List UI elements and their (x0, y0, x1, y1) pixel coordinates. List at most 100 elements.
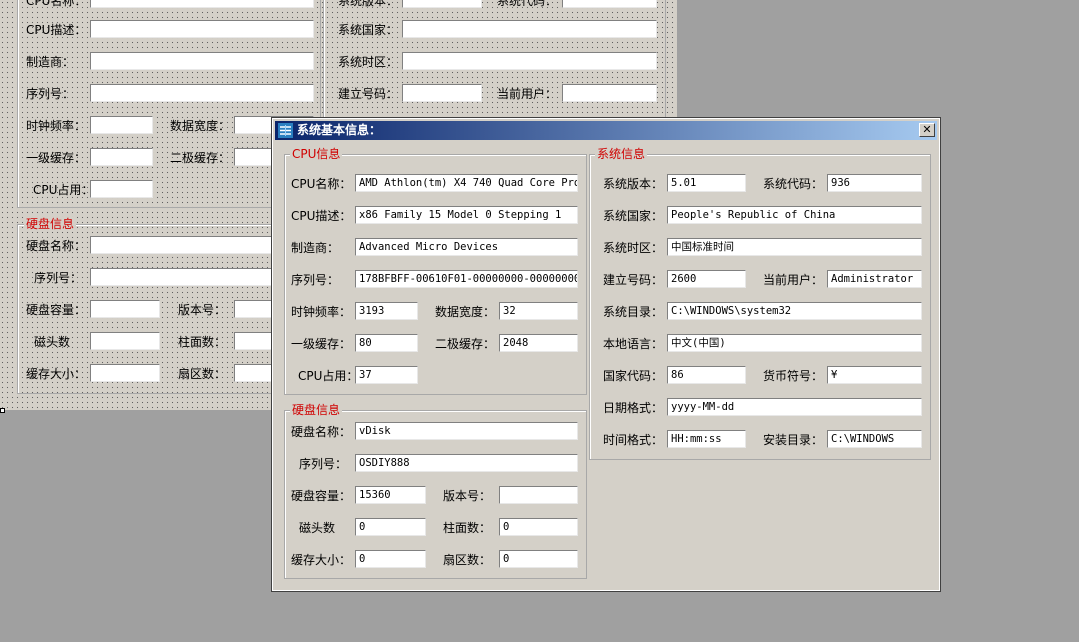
sys-version-field[interactable]: 5.01 (667, 174, 746, 192)
cpu-name-label: CPU名称： (291, 177, 352, 191)
sys-user-label: 当前用户： (763, 273, 824, 287)
designer-cpu-name-field[interactable] (90, 0, 314, 8)
install-dir-label: 安装目录： (763, 433, 824, 447)
date-format-field[interactable]: yyyy-MM-dd (667, 398, 922, 416)
disk-cache-label: 缓存大小： (291, 553, 352, 567)
disk-serial-field[interactable]: OSDIY888 (355, 454, 578, 472)
maker-field[interactable]: Advanced Micro Devices (355, 238, 578, 256)
designer-sys-country-label: 系统国家： (338, 23, 399, 37)
close-icon: ✕ (922, 123, 932, 136)
disk-version-field[interactable] (499, 486, 578, 504)
designer-disk-cache-field[interactable] (90, 364, 160, 382)
sys-user-field[interactable]: Administrator (827, 270, 922, 288)
designer-sys-build-label: 建立号码： (338, 87, 399, 101)
disk-capacity-label: 硬盘容量： (291, 489, 352, 503)
designer-serial-label: 序列号： (26, 87, 75, 101)
designer-disk-sectors-label: 扇区数： (178, 367, 227, 381)
cpu-serial-label: 序列号： (291, 273, 340, 287)
clock-field[interactable]: 3193 (355, 302, 418, 320)
disk-heads-label: 磁头数 (299, 521, 336, 535)
l2-cache-label: 二极缓存： (435, 337, 496, 351)
designer-sys-timezone-field[interactable] (402, 52, 657, 70)
designer-usage-field[interactable] (90, 180, 153, 198)
sys-build-label: 建立号码： (603, 273, 664, 287)
designer-cpu-desc-label: CPU描述： (26, 23, 87, 37)
l1-cache-label: 一级缓存： (291, 337, 352, 351)
designer-disk-group-title: 硬盘信息 (24, 217, 77, 231)
dialog-titlebar[interactable]: 系统基本信息： ✕ (275, 121, 937, 140)
designer-disk-capacity-label: 硬盘容量： (26, 303, 87, 317)
designer-l2-label: 二极缓存： (170, 151, 231, 165)
sys-timezone-label: 系统时区： (603, 241, 664, 255)
sys-country-field[interactable]: People's Republic of China (667, 206, 922, 224)
disk-version-label: 版本号： (443, 489, 492, 503)
sys-dir-field[interactable]: C:\WINDOWS\system32 (667, 302, 922, 320)
country-code-label: 国家代码： (603, 369, 664, 383)
time-format-field[interactable]: HH:mm:ss (667, 430, 746, 448)
disk-sectors-field[interactable]: 0 (499, 550, 578, 568)
designer-sys-code-field[interactable] (562, 0, 657, 8)
disk-heads-field[interactable]: 0 (355, 518, 426, 536)
dialog-title: 系统基本信息： (297, 123, 382, 137)
designer-sys-country-field[interactable] (402, 20, 657, 38)
cpu-desc-field[interactable]: x86 Family 15 Model 0 Stepping 1 (355, 206, 578, 224)
l1-cache-field[interactable]: 80 (355, 334, 418, 352)
sys-build-field[interactable]: 2600 (667, 270, 746, 288)
designer-width-label: 数据宽度： (170, 119, 231, 133)
cpu-desc-label: CPU描述： (291, 209, 352, 223)
designer-sys-code-label: 系统代码： (497, 0, 558, 8)
cpu-usage-label: CPU占用： (298, 369, 359, 383)
close-button[interactable]: ✕ (919, 123, 935, 137)
designer-sys-version-field[interactable] (402, 0, 482, 8)
designer-sys-user-label: 当前用户： (497, 87, 558, 101)
designer-cpu-desc-field[interactable] (90, 20, 314, 38)
disk-serial-label: 序列号： (299, 457, 348, 471)
sys-code-field[interactable]: 936 (827, 174, 922, 192)
designer-disk-version-label: 版本号： (178, 303, 227, 317)
designer-disk-capacity-field[interactable] (90, 300, 160, 318)
resize-handle-bottom-left[interactable] (0, 408, 5, 413)
disk-name-field[interactable]: vDisk (355, 422, 578, 440)
cpu-name-field[interactable]: AMD Athlon(tm) X4 740 Quad Core Proce (355, 174, 578, 192)
currency-field[interactable]: ¥ (827, 366, 922, 384)
designer-sys-version-label: 系统版本： (338, 0, 399, 8)
designer-disk-heads-label: 磁头数 (34, 335, 71, 349)
currency-label: 货币符号： (763, 369, 824, 383)
install-dir-field[interactable]: C:\WINDOWS (827, 430, 922, 448)
disk-capacity-field[interactable]: 15360 (355, 486, 426, 504)
designer-maker-field[interactable] (90, 52, 314, 70)
local-lang-field[interactable]: 中文(中国) (667, 334, 922, 352)
designer-l1-field[interactable] (90, 148, 153, 166)
clock-label: 时钟频率： (291, 305, 352, 319)
country-code-field[interactable]: 86 (667, 366, 746, 384)
data-width-field[interactable]: 32 (499, 302, 578, 320)
designer-clock-field[interactable] (90, 116, 153, 134)
data-width-label: 数据宽度： (435, 305, 496, 319)
cpu-usage-field[interactable]: 37 (355, 366, 418, 384)
disk-group-title: 硬盘信息 (290, 403, 343, 417)
designer-sys-build-field[interactable] (402, 84, 482, 102)
sys-timezone-field[interactable]: 中国标准时间 (667, 238, 922, 256)
designer-maker-label: 制造商： (26, 55, 75, 69)
disk-name-label: 硬盘名称： (291, 425, 352, 439)
sys-group-title: 系统信息 (595, 147, 648, 161)
sys-dir-label: 系统目录： (603, 305, 664, 319)
disk-cylinders-field[interactable]: 0 (499, 518, 578, 536)
sys-code-label: 系统代码： (763, 177, 824, 191)
cpu-group-title: CPU信息 (290, 147, 343, 161)
designer-l1-label: 一级缓存： (26, 151, 87, 165)
sys-version-label: 系统版本： (603, 177, 664, 191)
designer-clock-label: 时钟频率： (26, 119, 87, 133)
l2-cache-field[interactable]: 2048 (499, 334, 578, 352)
designer-sys-user-field[interactable] (562, 84, 657, 102)
designer-disk-cache-label: 缓存大小： (26, 367, 87, 381)
designer-serial-field[interactable] (90, 84, 314, 102)
local-lang-label: 本地语言： (603, 337, 664, 351)
designer-disk-cylinders-label: 柱面数： (178, 335, 227, 349)
designer-sys-timezone-label: 系统时区： (338, 55, 399, 69)
designer-disk-name-label: 硬盘名称： (26, 239, 87, 253)
designer-usage-label: CPU占用： (33, 183, 94, 197)
disk-cache-field[interactable]: 0 (355, 550, 426, 568)
designer-disk-heads-field[interactable] (90, 332, 160, 350)
cpu-serial-field[interactable]: 178BFBFF-00610F01-00000000-00000000 (355, 270, 578, 288)
